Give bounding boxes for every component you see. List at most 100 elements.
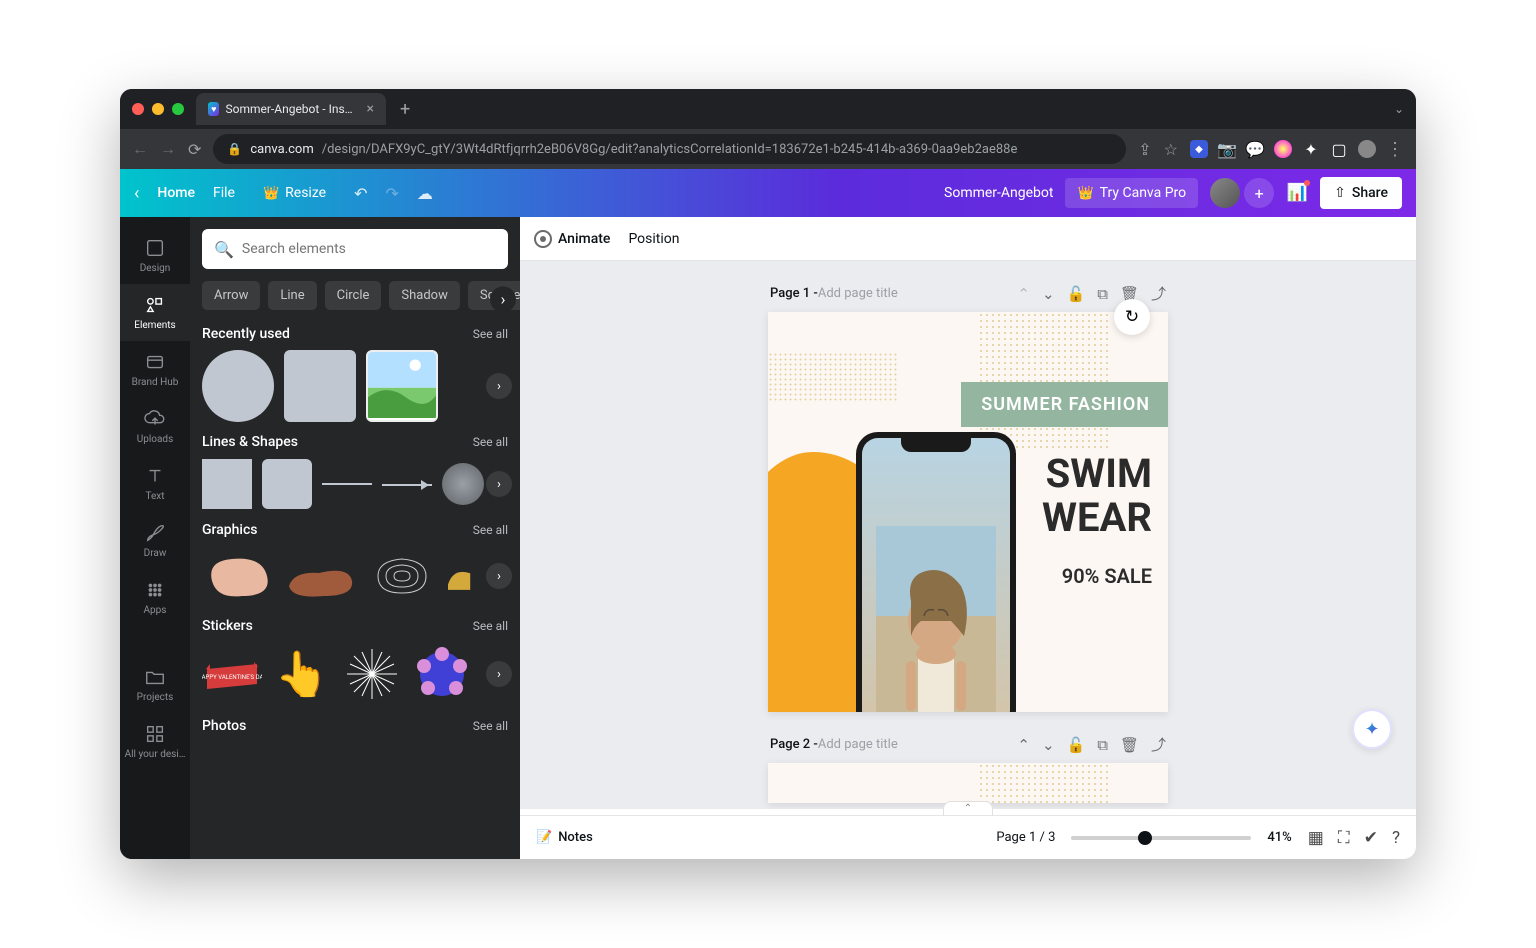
rail-apps[interactable]: Apps	[120, 569, 190, 626]
home-link[interactable]: Home	[157, 185, 195, 201]
zoom-percent[interactable]: 41%	[1267, 830, 1291, 845]
profile-avatar-icon[interactable]	[1358, 140, 1376, 158]
row-scroll-right-icon[interactable]: ›	[486, 563, 512, 589]
tabs-overflow-icon[interactable]: ⌄	[1394, 102, 1404, 116]
share-button[interactable]: ⇧Share	[1320, 177, 1402, 209]
page-add-icon[interactable]: ⤴	[1151, 283, 1166, 304]
minimize-window[interactable]	[152, 103, 164, 115]
zoom-slider-knob[interactable]	[1138, 831, 1152, 845]
page-duplicate-icon[interactable]: ⧉	[1097, 736, 1108, 754]
see-all-link[interactable]: See all	[473, 327, 508, 341]
row-scroll-right-icon[interactable]: ›	[486, 471, 512, 497]
row-scroll-right-icon[interactable]: ›	[486, 661, 512, 687]
extension-3[interactable]: 💬	[1246, 140, 1264, 158]
try-canva-pro-button[interactable]: 👑Try Canva Pro	[1065, 178, 1198, 208]
maximize-window[interactable]	[172, 103, 184, 115]
extension-1[interactable]: ◆	[1190, 140, 1208, 158]
graphic-blob-gold[interactable]	[448, 551, 488, 601]
extension-2[interactable]: 📷	[1218, 140, 1236, 158]
resize-button[interactable]: 👑Resize	[253, 179, 336, 207]
page-delete-icon[interactable]: 🗑	[1120, 736, 1139, 754]
rail-projects[interactable]: Projects	[120, 656, 190, 713]
sticker-flower-badge[interactable]	[412, 644, 472, 704]
tag-line[interactable]: Line	[268, 281, 316, 310]
sticker-valentines-badge[interactable]: HAPPY VALENTINE'S DAY	[202, 644, 262, 704]
recent-image-placeholder[interactable]	[366, 350, 438, 422]
shape-square[interactable]	[202, 459, 252, 509]
design-canvas-page-1[interactable]: SUMMER FASHION SWIMWEAR 90% SALE	[768, 312, 1168, 712]
back-button[interactable]: ←	[132, 139, 148, 159]
tag-circle[interactable]: Circle	[325, 281, 382, 310]
recent-circle-shape[interactable]	[202, 350, 274, 422]
insights-icon[interactable]: 📊	[1286, 182, 1308, 204]
extensions-puzzle-icon[interactable]: ✦	[1302, 140, 1320, 158]
shape-line[interactable]	[322, 483, 372, 485]
bookmark-icon[interactable]: ☆	[1164, 140, 1178, 159]
design-canvas-page-2[interactable]	[768, 763, 1168, 803]
address-bar[interactable]: 🔒 canva.com/design/DAFX9yC_gtY/3Wt4dRtfj…	[213, 134, 1126, 164]
search-input-wrapper[interactable]: 🔍	[202, 229, 508, 269]
share-url-icon[interactable]: ⇪	[1138, 140, 1151, 159]
page-strip-toggle[interactable]: ⌃	[943, 801, 993, 815]
shape-rounded-square[interactable]	[262, 459, 312, 509]
rail-elements[interactable]: Elements	[120, 284, 190, 341]
checkmark-circle-icon[interactable]: ✔	[1364, 828, 1378, 848]
close-window[interactable]	[132, 103, 144, 115]
page-add-icon[interactable]: ⤴	[1151, 734, 1166, 755]
sale-text[interactable]: 90% SALE	[1062, 564, 1152, 588]
animate-button[interactable]: Animate	[534, 230, 610, 248]
forward-button[interactable]: →	[160, 139, 176, 159]
page-down-icon[interactable]: ⌄	[1042, 736, 1055, 754]
ai-assistant-button[interactable]: ✦	[1352, 709, 1392, 749]
page-up-icon[interactable]: ⌃	[1017, 736, 1030, 754]
see-all-link[interactable]: See all	[473, 619, 508, 633]
row-scroll-right-icon[interactable]: ›	[486, 373, 512, 399]
shape-circle-gradient[interactable]	[442, 463, 484, 505]
rail-design[interactable]: Design	[120, 227, 190, 284]
page-lock-icon[interactable]: 🔓	[1067, 736, 1086, 754]
graphic-topographic[interactable]	[366, 551, 438, 601]
sidepanel-icon[interactable]: ▢	[1330, 140, 1348, 158]
notes-button[interactable]: 📝Notes	[536, 830, 593, 845]
tags-scroll-right-icon[interactable]: ›	[490, 286, 516, 312]
graphic-blob-brown[interactable]	[284, 551, 356, 601]
rail-draw[interactable]: Draw	[120, 512, 190, 569]
redo-button[interactable]: ↷	[386, 184, 399, 203]
canvas-scroll[interactable]: Page 1 - Add page title ⌃ ⌄ 🔓 ⧉ 🗑 ⤴	[520, 261, 1416, 809]
grid-view-icon[interactable]: ▦	[1308, 828, 1324, 848]
position-button[interactable]: Position	[628, 231, 679, 247]
add-collaborator-button[interactable]: +	[1244, 178, 1274, 208]
see-all-link[interactable]: See all	[473, 523, 508, 537]
undo-button[interactable]: ↶	[354, 184, 367, 203]
see-all-link[interactable]: See all	[473, 435, 508, 449]
sticker-pointer-hand[interactable]: 👆	[272, 644, 332, 704]
rail-brand-hub[interactable]: Brand Hub	[120, 341, 190, 398]
help-icon[interactable]: ?	[1392, 828, 1400, 848]
zoom-slider[interactable]	[1071, 836, 1251, 840]
regenerate-button[interactable]: ↻	[1114, 299, 1150, 335]
rail-all-your-designs[interactable]: All your desi…	[120, 713, 190, 770]
chrome-menu-icon[interactable]: ⋮	[1386, 140, 1404, 158]
user-avatar[interactable]	[1210, 178, 1240, 208]
back-chevron-icon[interactable]: ‹	[134, 183, 139, 204]
graphic-blob-pink[interactable]	[202, 551, 274, 601]
new-tab-button[interactable]: +	[400, 99, 410, 120]
rail-uploads[interactable]: Uploads	[120, 398, 190, 455]
rail-text[interactable]: Text	[120, 455, 190, 512]
page-title-hint[interactable]: Add page title	[818, 737, 898, 752]
summer-fashion-tag[interactable]: SUMMER FASHION	[961, 382, 1168, 427]
page-title-hint[interactable]: Add page title	[818, 286, 898, 301]
file-menu[interactable]: File	[213, 185, 235, 201]
page-up-icon[interactable]: ⌃	[1017, 285, 1030, 303]
extension-4[interactable]	[1274, 140, 1292, 158]
page-lock-icon[interactable]: 🔓	[1067, 285, 1086, 303]
cloud-sync-icon[interactable]: ☁	[417, 184, 433, 203]
document-title[interactable]: Sommer-Angebot	[944, 185, 1053, 201]
fullscreen-icon[interactable]: ⛶	[1338, 828, 1350, 848]
reload-button[interactable]: ⟳	[188, 140, 201, 159]
search-input[interactable]	[242, 241, 496, 257]
sticker-sparkle[interactable]	[342, 644, 402, 704]
close-tab-icon[interactable]: ×	[367, 101, 374, 117]
browser-tab[interactable]: ♥ Sommer-Angebot - Instagram ×	[196, 93, 386, 125]
recent-square-shape[interactable]	[284, 350, 356, 422]
